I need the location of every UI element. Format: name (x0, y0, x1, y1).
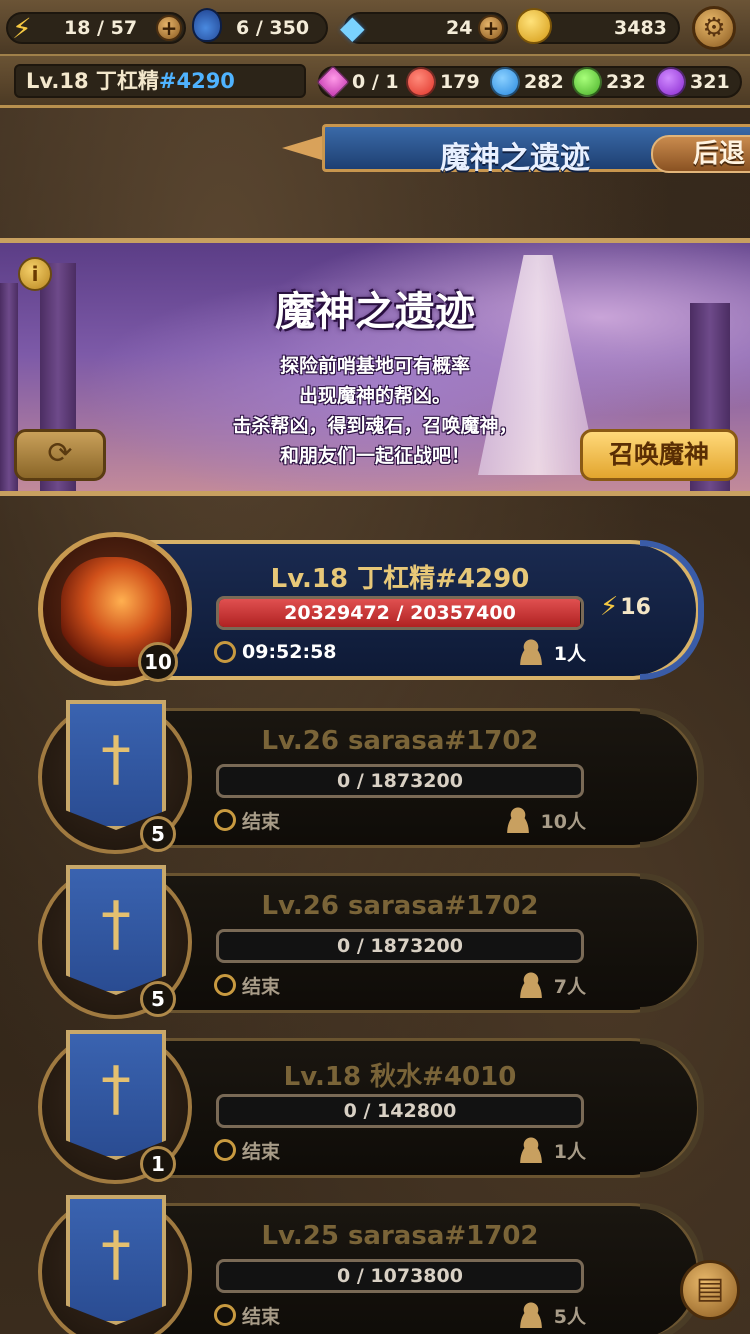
hp-bar: 0 / 1873200 (216, 929, 584, 963)
hp-text: 0 / 1873200 (337, 935, 463, 957)
event-title: 魔神之遗迹 (275, 289, 475, 335)
row-crescent (640, 1038, 704, 1178)
boss-level-badge: 5 (140, 816, 176, 852)
gem-red: 179 (406, 67, 480, 97)
energy-cost: ⚡ 16 (600, 592, 651, 622)
back-button[interactable]: 后退 (651, 135, 750, 173)
refresh-icon: ⟳ (47, 436, 73, 471)
hp-text: 0 / 1873200 (337, 770, 463, 792)
sword-laurel-icon: † (101, 1219, 131, 1289)
hp-bar: 20329472 / 20357400 (216, 596, 584, 630)
refresh-button[interactable]: ⟳ (14, 429, 106, 481)
player-name: Lv.18 丁杠精 (26, 69, 159, 93)
boss-row[interactable]: † Lv.25 sarasa#1702 0 / 1073800 结束 5人 (0, 1195, 750, 1334)
gem-green: 232 (572, 67, 646, 97)
pink-crystal-icon (316, 65, 350, 99)
sword-laurel-icon: † (101, 724, 131, 794)
diamond-icon: ◆ (340, 8, 365, 46)
clock-icon (214, 641, 236, 663)
people-icon (515, 1137, 546, 1163)
boss-name: Lv.26 sarasa#1702 (261, 891, 539, 921)
potion-counter: 6 / 350 (192, 8, 328, 44)
player-count: 10人 (496, 806, 586, 834)
gold-value: 3483 (614, 17, 667, 39)
boss-name: Lv.25 sarasa#1702 (261, 1221, 539, 1251)
boss-name: Lv.18 丁杠精#4290 (270, 564, 530, 594)
potion-icon (192, 8, 222, 42)
boss-level-badge: 5 (140, 981, 176, 1017)
clock-icon (214, 1304, 236, 1326)
green-orb-icon (572, 67, 602, 97)
hp-bar: 0 / 142800 (216, 1094, 584, 1128)
boss-row[interactable]: † 1 Lv.18 秋水#4010 0 / 142800 结束 1人 (0, 1030, 750, 1184)
boss-row[interactable]: 10 Lv.18 丁杠精#4290 20329472 / 20357400 09… (0, 532, 750, 686)
hp-bar: 0 / 1073800 (216, 1259, 584, 1293)
people-icon (515, 972, 546, 998)
summon-demon-button[interactable]: 召唤魔神 (580, 429, 738, 481)
purple-orb-icon (656, 67, 686, 97)
boss-level-badge: 10 (138, 642, 178, 682)
boss-row[interactable]: † 5 Lv.26 sarasa#1702 0 / 1873200 结束 7人 (0, 865, 750, 1019)
page-title-banner: 魔神之遗迹 后退 (282, 122, 750, 176)
row-crescent (640, 708, 704, 848)
boss-name: Lv.18 秋水#4010 (283, 1062, 517, 1092)
people-icon (515, 1302, 546, 1328)
gold-coin-icon (516, 8, 552, 44)
player-count: 1人 (496, 1136, 586, 1164)
timer: 结束 (214, 971, 280, 999)
timer: 09:52:58 (214, 638, 337, 666)
blue-orb-icon (490, 67, 520, 97)
player-tag: #4290 (158, 69, 235, 93)
timer: 结束 (214, 1301, 280, 1329)
clock-icon (214, 809, 236, 831)
gold-counter: 3483 (516, 8, 680, 44)
player-count: 5人 (496, 1301, 586, 1329)
player-count: 7人 (496, 971, 586, 999)
energy-counter: ⚡ 18 / 57 + (6, 12, 186, 45)
boss-level-badge: 1 (140, 1146, 176, 1182)
add-energy-button[interactable]: + (156, 15, 182, 41)
add-diamond-button[interactable]: + (478, 15, 504, 41)
sword-laurel-icon: † (101, 1054, 131, 1124)
timer: 结束 (214, 1136, 280, 1164)
player-name-box[interactable]: Lv.18 丁杠精#4290 (14, 64, 306, 98)
gem-pink: 0 / 1 (316, 65, 399, 99)
title-plate: 魔神之遗迹 后退 (322, 124, 750, 176)
player-bar: Lv.18 丁杠精#4290 0 / 1 179 282 232 321 (0, 56, 750, 108)
potion-value: 6 / 350 (236, 17, 310, 39)
hp-text: 0 / 1073800 (337, 1265, 463, 1287)
player-count: 1人 (496, 638, 586, 666)
boss-row[interactable]: † 5 Lv.26 sarasa#1702 0 / 1873200 结束 10人 (0, 700, 750, 854)
page-title: 魔神之遗迹 (440, 141, 590, 176)
clock-icon (214, 974, 236, 996)
people-icon (515, 639, 546, 665)
red-orb-icon (406, 67, 436, 97)
hp-text: 0 / 142800 (343, 1100, 457, 1122)
scroll-log-icon[interactable]: ▤ (680, 1260, 740, 1320)
hp-bar: 0 / 1873200 (216, 764, 584, 798)
people-icon (502, 807, 533, 833)
row-crescent (640, 873, 704, 1013)
event-banner: i 魔神之遗迹 探险前哨基地可有概率 出现魔神的帮凶。 击杀帮凶，得到魂石，召唤… (0, 238, 750, 496)
energy-value: 18 / 57 (64, 17, 138, 39)
settings-gear-icon[interactable]: ⚙ (692, 6, 736, 50)
gem-blue: 282 (490, 67, 564, 97)
diamond-value: 24 (446, 17, 473, 39)
gem-counters: 0 / 1 179 282 232 321 (316, 65, 742, 99)
clock-icon (214, 1139, 236, 1161)
hp-text: 20329472 / 20357400 (284, 602, 516, 624)
lightning-icon: ⚡ (600, 592, 619, 622)
timer: 结束 (214, 806, 280, 834)
sword-laurel-icon: † (101, 889, 131, 959)
boss-name: Lv.26 sarasa#1702 (261, 726, 539, 756)
gem-purple: 321 (656, 67, 730, 97)
diamond-counter: ◆ 24 + (340, 8, 508, 46)
lightning-icon: ⚡ (12, 12, 32, 45)
resource-bar: ⚡ 18 / 57 + 6 / 350 ◆ 24 + 3483 ⚙ (0, 0, 750, 56)
